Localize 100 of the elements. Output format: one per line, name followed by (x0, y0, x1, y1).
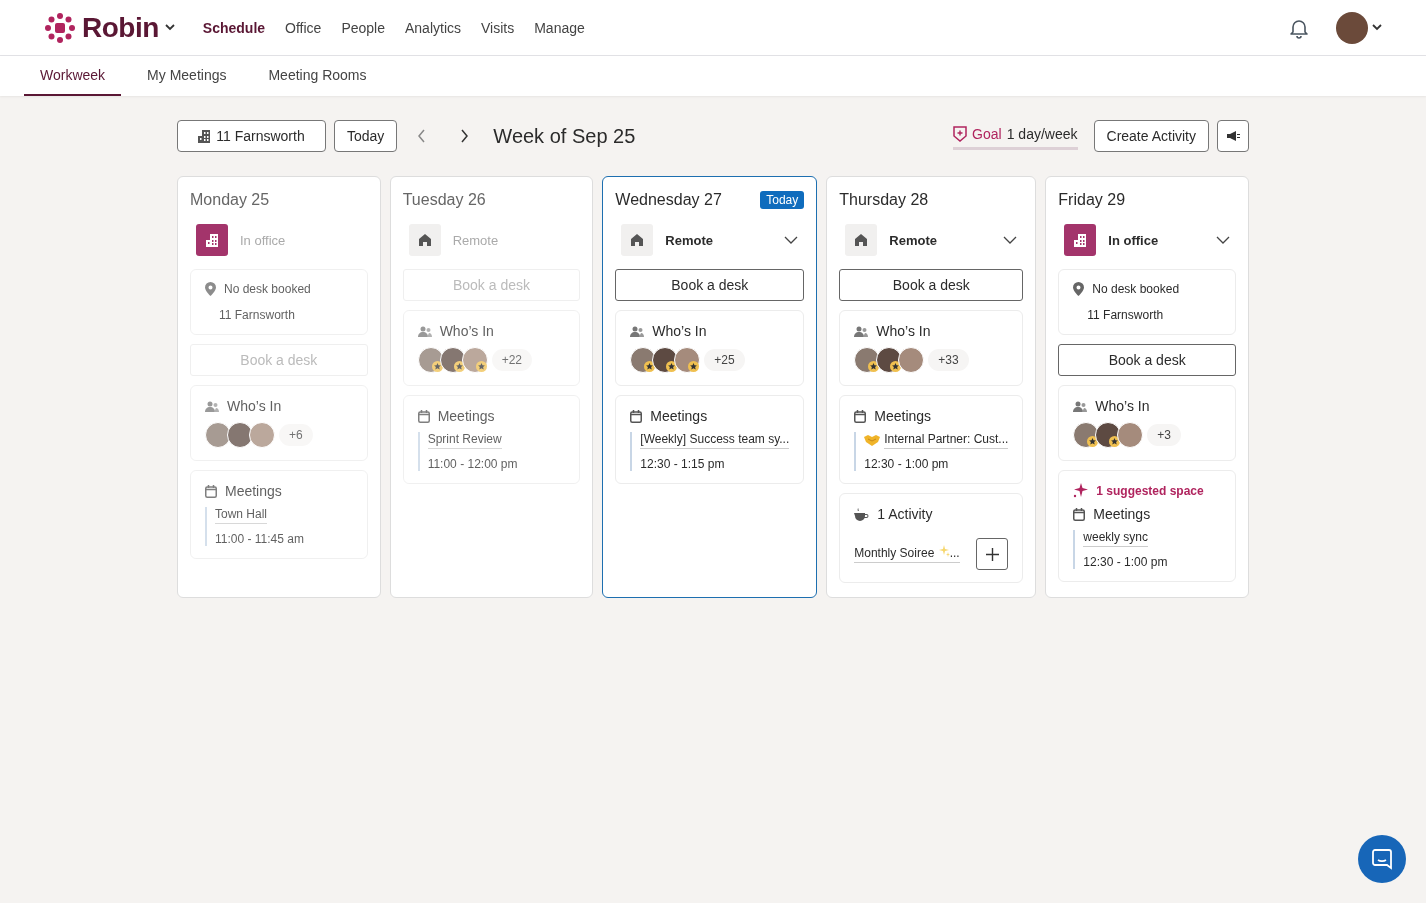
star-badge-icon (1087, 436, 1099, 447)
nav-link[interactable]: Schedule (202, 19, 266, 36)
person-avatar[interactable] (876, 347, 903, 373)
meeting-time: 11:00 - 11:45 am (215, 532, 305, 546)
person-avatar[interactable] (205, 422, 231, 448)
calendar-icon (417, 409, 430, 423)
today-badge: Today (760, 191, 805, 209)
day-title: Thursday 28 (839, 191, 929, 209)
person-avatar[interactable] (461, 347, 488, 373)
card-title: Who’s In (1095, 398, 1150, 414)
today-button[interactable]: Today (334, 120, 398, 152)
meeting-title[interactable]: Town Hall (215, 507, 268, 524)
card-title: 1 Activity (877, 506, 933, 522)
book-desk-button[interactable]: Book a desk (615, 269, 805, 301)
star-badge-icon (890, 361, 902, 372)
meeting-title[interactable]: weekly sync (1083, 530, 1148, 547)
chat-launcher-button[interactable] (1358, 835, 1406, 883)
activity-link[interactable]: Monthly Soiree ... (854, 545, 960, 563)
more-people-count[interactable]: +6 (279, 424, 313, 446)
house-icon (418, 234, 431, 246)
card-title: Meetings (874, 408, 932, 424)
meeting-title[interactable]: Sprint Review (427, 432, 502, 449)
nav-link[interactable]: Analytics (404, 19, 461, 36)
meeting-title[interactable]: [Weekly] Success team sy... (640, 432, 790, 449)
people-icon (205, 400, 219, 412)
chevron-right-icon[interactable] (459, 129, 470, 143)
star-badge-icon (431, 361, 443, 372)
nav-link[interactable]: Manage (534, 19, 585, 36)
person-avatar[interactable] (1095, 422, 1122, 448)
chevron-down-icon[interactable] (164, 24, 175, 31)
person-avatar[interactable] (652, 347, 679, 373)
people-icon (1073, 400, 1088, 412)
more-people-count[interactable]: +25 (704, 349, 745, 371)
star-badge-icon (453, 361, 465, 372)
person-avatar[interactable] (417, 347, 444, 373)
more-people-count[interactable]: +33 (928, 349, 969, 371)
tab[interactable]: Meeting Rooms (252, 56, 383, 96)
day-title: Tuesday 26 (402, 191, 486, 209)
day-title: Monday 25 (190, 191, 270, 209)
nav-link[interactable]: People (341, 19, 385, 36)
goal-indicator[interactable]: Goal 1 day/week (953, 122, 1078, 150)
building-icon (1074, 233, 1087, 247)
more-people-count[interactable]: +3 (1147, 424, 1181, 446)
person-avatar[interactable] (1073, 422, 1100, 448)
people-icon (630, 325, 645, 337)
person-avatar[interactable] (854, 347, 881, 373)
card-title: Who’s In (439, 323, 494, 339)
status-dropdown[interactable]: Remote (615, 220, 805, 260)
status-dropdown[interactable]: In office (1058, 220, 1236, 260)
nav-link[interactable]: Office (285, 19, 322, 36)
person-avatar[interactable] (630, 347, 657, 373)
brand-name: Robin (82, 11, 159, 44)
chevron-down-icon[interactable] (1372, 24, 1382, 31)
location-pin-icon (205, 282, 216, 296)
desk-location: 11 Farnsworth (218, 308, 296, 322)
tab[interactable]: Workweek (24, 56, 122, 96)
building-icon (198, 129, 211, 143)
book-desk-button[interactable]: Book a desk (839, 269, 1024, 301)
plus-icon (985, 547, 999, 561)
sparkle-icon (1073, 483, 1089, 498)
status-dropdown[interactable]: Remote (839, 220, 1024, 260)
calendar-icon (854, 409, 867, 423)
people-icon (417, 325, 432, 337)
star-badge-icon (644, 361, 656, 372)
add-button[interactable] (976, 538, 1009, 570)
house-icon (855, 234, 868, 246)
house-icon (631, 234, 644, 246)
card-title: Meetings (437, 408, 495, 424)
announcement-button[interactable] (1217, 120, 1249, 152)
card-title: Who’s In (227, 398, 282, 414)
card-title: Who’s In (876, 323, 931, 339)
card-title: Meetings (650, 408, 708, 424)
status-label: In office (190, 220, 368, 260)
card-title: Who’s In (652, 323, 707, 339)
meeting-time: 12:30 - 1:15 pm (640, 457, 726, 471)
person-avatar[interactable] (227, 422, 253, 448)
tab[interactable]: My Meetings (131, 56, 243, 96)
nav-link[interactable]: Visits (481, 19, 515, 36)
meeting-title[interactable]: Internal Partner: Cust... (884, 432, 1009, 449)
more-people-count[interactable]: +22 (491, 349, 532, 371)
star-badge-icon (688, 361, 700, 372)
meeting-time: 11:00 - 12:00 pm (427, 457, 519, 471)
book-desk-button[interactable]: Book a desk (1058, 344, 1236, 376)
create-activity-button[interactable]: Create Activity (1093, 120, 1209, 152)
location-button[interactable]: 11 Farnsworth (177, 120, 326, 152)
star-badge-icon (666, 361, 678, 372)
user-avatar[interactable] (1336, 11, 1368, 44)
status-label: Remote (402, 220, 581, 260)
robin-logo-icon (44, 11, 76, 44)
suggested-space-link[interactable]: 1 suggested space (1096, 483, 1204, 498)
star-badge-icon (868, 361, 880, 372)
chevron-left-icon[interactable] (417, 129, 428, 143)
chevron-down-icon (784, 236, 799, 244)
meeting-time: 12:30 - 1:00 pm (1083, 555, 1169, 569)
person-avatar[interactable] (674, 347, 701, 373)
chevron-down-icon (1003, 236, 1018, 244)
location-pin-icon (1073, 282, 1085, 296)
day-title: Wednesday 27 (615, 191, 722, 209)
chat-icon (1371, 848, 1393, 870)
person-avatar[interactable] (439, 347, 466, 373)
